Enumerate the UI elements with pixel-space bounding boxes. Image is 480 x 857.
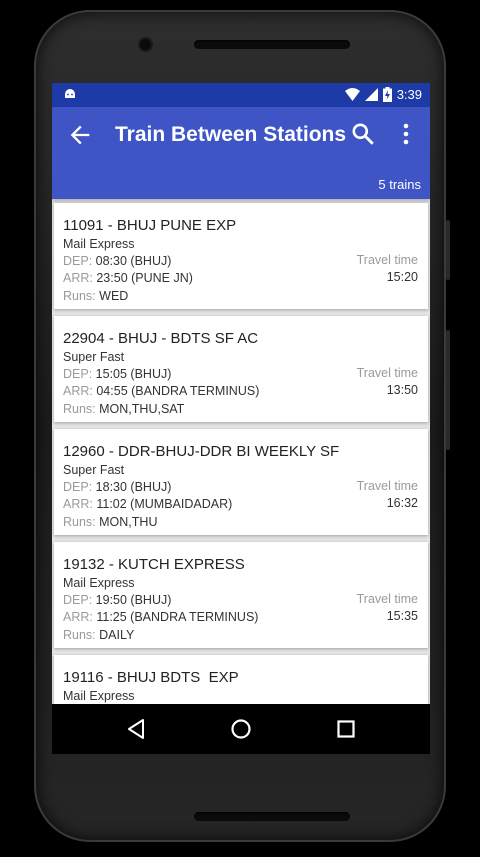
departure-line: DEP: 15:05 (BHUJ) xyxy=(63,367,171,381)
departure-line: DEP: 18:30 (BHUJ) xyxy=(63,480,171,494)
train-card[interactable]: 12960 - DDR-BHUJ-DDR BI WEEKLY SF Super … xyxy=(54,429,428,535)
runs-line: Runs: MON,THU,SAT xyxy=(63,402,184,416)
travel-time-value: 15:35 xyxy=(386,609,418,623)
travel-time-value: 16:32 xyxy=(386,496,418,510)
recents-square-icon[interactable] xyxy=(334,717,358,741)
runs-value: DAILY xyxy=(99,628,135,642)
arr-label: ARR: xyxy=(63,271,93,285)
more-vert-icon[interactable] xyxy=(396,121,416,147)
train-name: 22904 - BHUJ - BDTS SF AC xyxy=(63,330,259,347)
signal-icon xyxy=(364,88,378,101)
travel-time-label: Travel time xyxy=(356,366,418,380)
power-button xyxy=(446,330,450,450)
departure-line: DEP: 08:30 (BHUJ) xyxy=(63,254,171,268)
home-circle-icon[interactable] xyxy=(229,717,253,741)
arr-label: ARR: xyxy=(63,384,93,398)
travel-time-label: Travel time xyxy=(356,592,418,606)
train-name: 12960 - DDR-BHUJ-DDR BI WEEKLY SF xyxy=(63,443,340,460)
arrival-value: 11:02 (MUMBAIDADAR) xyxy=(96,497,233,511)
volume-button xyxy=(446,220,450,280)
arrival-value: 04:55 (BANDRA TERMINUS) xyxy=(96,384,260,398)
android-icon xyxy=(65,89,75,98)
arr-label: ARR: xyxy=(63,610,93,624)
departure-value: 19:50 (BHUJ) xyxy=(95,593,172,607)
departure-value: 08:30 (BHUJ) xyxy=(95,254,172,268)
arr-label: ARR: xyxy=(63,497,93,511)
travel-time-value: 13:50 xyxy=(386,383,418,397)
travel-time-label: Travel time xyxy=(356,479,418,493)
arrival-line: ARR: 11:02 (MUMBAIDADAR) xyxy=(63,497,232,511)
runs-line: Runs: DAILY xyxy=(63,628,134,642)
train-type: Super Fast xyxy=(63,463,125,477)
app-bar: Train Between Stations 5 trains xyxy=(52,107,430,199)
arrival-value: 23:50 (PUNE JN) xyxy=(96,271,193,285)
train-type: Mail Express xyxy=(63,576,135,590)
battery-charging-icon xyxy=(382,87,392,102)
arrival-value: 11:25 (BANDRA TERMINUS) xyxy=(96,610,259,624)
runs-value: MON,THU xyxy=(99,515,158,529)
train-name: 19116 - BHUJ BDTS EXP xyxy=(63,669,239,686)
arrival-line: ARR: 23:50 (PUNE JN) xyxy=(63,271,193,285)
runs-label: Runs: xyxy=(63,515,96,529)
dep-label: DEP: xyxy=(63,254,93,268)
train-count: 5 trains xyxy=(378,177,421,192)
arrival-line: ARR: 04:55 (BANDRA TERMINUS) xyxy=(63,384,259,398)
front-camera xyxy=(140,39,151,50)
train-type: Mail Express xyxy=(63,237,135,251)
dep-label: DEP: xyxy=(63,367,93,381)
dep-label: DEP: xyxy=(63,480,93,494)
travel-time-label: Travel time xyxy=(356,253,418,267)
departure-value: 15:05 (BHUJ) xyxy=(95,367,172,381)
runs-line: Runs: MON,THU xyxy=(63,515,157,529)
bottom-speaker xyxy=(194,812,350,821)
train-name: 11091 - BHUJ PUNE EXP xyxy=(63,217,237,234)
dep-label: DEP: xyxy=(63,593,93,607)
runs-label: Runs: xyxy=(63,289,96,303)
status-time: 3:39 xyxy=(396,87,422,102)
screen: 3:39 Train Between Stations 5 trains 110… xyxy=(52,83,430,754)
runs-label: Runs: xyxy=(63,628,96,642)
back-arrow-icon[interactable] xyxy=(66,121,94,149)
runs-line: Runs: WED xyxy=(63,289,128,303)
search-icon[interactable] xyxy=(350,121,376,147)
train-type: Mail Express xyxy=(63,689,135,703)
navigation-bar xyxy=(52,704,430,754)
arrival-line: ARR: 11:25 (BANDRA TERMINUS) xyxy=(63,610,258,624)
departure-value: 18:30 (BHUJ) xyxy=(95,480,172,494)
page-title: Train Between Stations xyxy=(115,123,347,146)
back-triangle-icon[interactable] xyxy=(124,717,148,741)
train-card[interactable]: 19132 - KUTCH EXPRESS Mail Express DEP: … xyxy=(54,542,428,648)
top-speaker xyxy=(194,40,350,49)
train-card[interactable]: 11091 - BHUJ PUNE EXP Mail Express DEP: … xyxy=(54,203,428,309)
train-card[interactable]: 22904 - BHUJ - BDTS SF AC Super Fast DEP… xyxy=(54,316,428,422)
status-bar: 3:39 xyxy=(52,83,430,107)
departure-line: DEP: 19:50 (BHUJ) xyxy=(63,593,171,607)
train-name: 19132 - KUTCH EXPRESS xyxy=(63,556,245,573)
travel-time-value: 15:20 xyxy=(386,270,418,284)
train-type: Super Fast xyxy=(63,350,125,364)
runs-value: MON,THU,SAT xyxy=(99,402,185,416)
runs-label: Runs: xyxy=(63,402,96,416)
wifi-icon xyxy=(344,88,360,101)
runs-value: WED xyxy=(99,289,129,303)
